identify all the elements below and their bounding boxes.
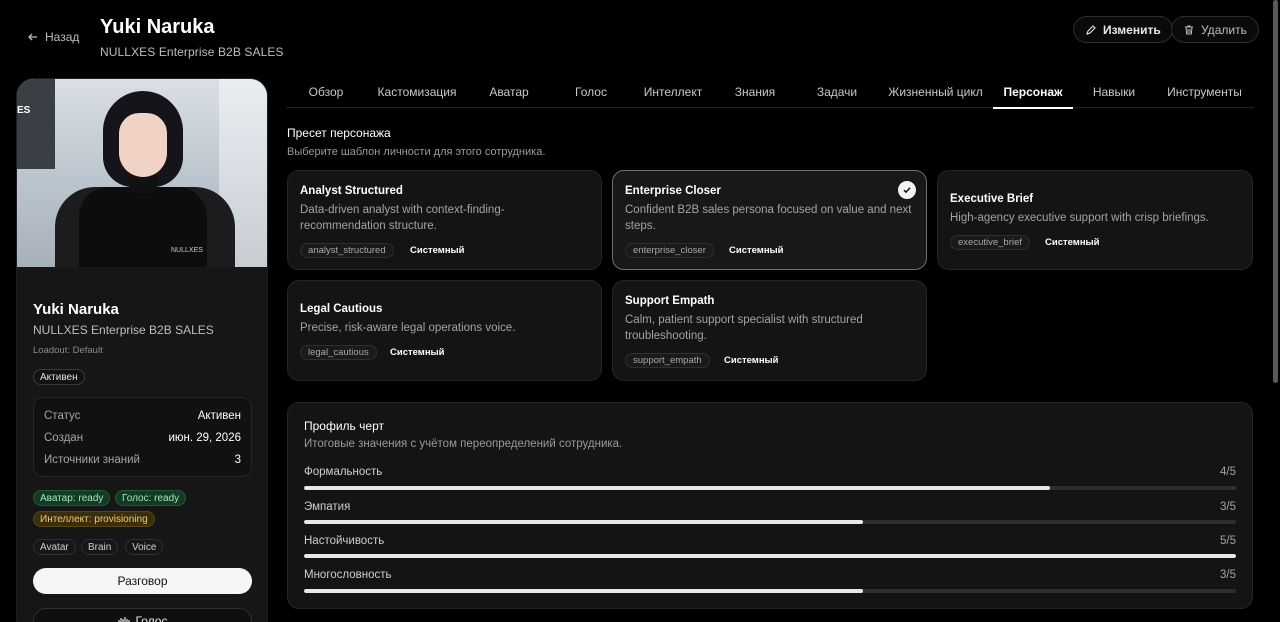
- preset-code: support_empath: [625, 353, 710, 368]
- page-title: Yuki Naruka: [100, 16, 215, 38]
- preset-card-support-empath[interactable]: Support Empath Calm, patient support spe…: [612, 280, 927, 381]
- preset-description: Data-driven analyst with context-finding…: [300, 204, 505, 232]
- preset-title: Enterprise Closer: [625, 185, 721, 197]
- intellect-provisioning-badge: Интеллект: provisioning: [33, 511, 155, 527]
- waveform-icon: [117, 617, 130, 622]
- trait-value-empathy: 3/5: [1220, 501, 1236, 513]
- voice-button[interactable]: Голос: [33, 608, 252, 622]
- avatar-photo: ES NULLXES: [17, 79, 267, 267]
- tab-tasks[interactable]: Задачи: [796, 80, 878, 108]
- preset-title: Support Empath: [625, 295, 715, 307]
- profile-subtitle: NULLXES Enterprise B2B SALES: [33, 323, 214, 337]
- preset-code: legal_cautious: [300, 345, 377, 360]
- preset-system-label: Системный: [729, 245, 784, 256]
- trait-value-formality: 4/5: [1220, 466, 1236, 478]
- chip-voice: Voice: [125, 539, 164, 555]
- preset-card-executive-brief[interactable]: Executive Brief High-agency executive su…: [937, 170, 1253, 270]
- tab-avatar[interactable]: Аватар: [468, 80, 550, 108]
- chip-brain: Brain: [81, 539, 119, 555]
- trait-label-persistence: Настойчивость: [304, 535, 385, 547]
- tab-skills[interactable]: Навыки: [1073, 80, 1155, 108]
- trait-label-formality: Формальность: [304, 466, 383, 478]
- trait-bar-formality: [304, 486, 1236, 490]
- stat-row-knowledge-sources: Источники знаний 3: [44, 454, 241, 466]
- tab-persona[interactable]: Персонаж: [993, 80, 1073, 109]
- photo-logo-fragment: ES: [17, 105, 31, 116]
- trait-bar-empathy: [304, 520, 1236, 524]
- preset-code: executive_brief: [950, 235, 1030, 250]
- edit-button[interactable]: Изменить: [1073, 16, 1173, 43]
- preset-description: Precise, risk-aware legal operations voi…: [300, 322, 516, 334]
- trait-label-verbosity: Многословность: [304, 569, 392, 581]
- back-link[interactable]: Назад: [27, 30, 79, 44]
- traits-profile-card: Профиль черт Итоговые значения с учётом …: [287, 402, 1253, 609]
- tab-tools[interactable]: Инструменты: [1155, 80, 1254, 108]
- photo-badge-text: NULLXES: [171, 247, 203, 254]
- preset-description: Confident B2B sales persona focused on v…: [625, 204, 912, 232]
- preset-section-subtitle: Выберите шаблон личности для этого сотру…: [287, 146, 546, 158]
- trait-value-verbosity: 3/5: [1220, 569, 1236, 581]
- traits-title: Профиль черт: [304, 419, 384, 433]
- chip-avatar: Avatar: [33, 539, 76, 555]
- profile-name: Yuki Naruka: [33, 301, 119, 318]
- chat-button[interactable]: Разговор: [33, 568, 252, 594]
- delete-label: Удалить: [1201, 22, 1247, 37]
- preset-section-title: Пресет персонажа: [287, 126, 391, 140]
- preset-system-label: Системный: [410, 245, 465, 256]
- traits-subtitle: Итоговые значения с учётом переопределен…: [304, 438, 623, 450]
- delete-button[interactable]: Удалить: [1171, 16, 1259, 43]
- status-badge: Активен: [33, 369, 85, 385]
- preset-system-label: Системный: [1045, 237, 1100, 248]
- preset-system-label: Системный: [390, 347, 445, 358]
- tab-intellect[interactable]: Интеллект: [632, 80, 714, 108]
- page-subtitle: NULLXES Enterprise B2B SALES: [100, 45, 284, 59]
- preset-code: enterprise_closer: [625, 243, 714, 258]
- tab-voice[interactable]: Голос: [550, 80, 632, 108]
- preset-card-legal-cautious[interactable]: Legal Cautious Precise, risk-aware legal…: [287, 280, 602, 381]
- voice-button-label: Голос: [135, 614, 168, 622]
- preset-description: Calm, patient support specialist with st…: [625, 314, 863, 342]
- trait-bar-verbosity: [304, 589, 1236, 593]
- trait-value-persistence: 5/5: [1220, 535, 1236, 547]
- selected-check-icon: [898, 181, 916, 199]
- tab-knowledge[interactable]: Знания: [714, 80, 796, 108]
- page-scrollbar[interactable]: [1273, 0, 1278, 383]
- trait-bar-persistence: [304, 554, 1236, 558]
- preset-card-analyst-structured[interactable]: Analyst Structured Data-driven analyst w…: [287, 170, 602, 270]
- preset-card-enterprise-closer[interactable]: Enterprise Closer Confident B2B sales pe…: [612, 170, 927, 270]
- pencil-icon: [1086, 24, 1096, 35]
- preset-code: analyst_structured: [300, 243, 394, 258]
- edit-label: Изменить: [1103, 22, 1161, 37]
- back-label: Назад: [45, 30, 80, 44]
- stat-row-status: Статус Активен: [44, 410, 241, 422]
- preset-system-label: Системный: [724, 355, 779, 366]
- preset-title: Analyst Structured: [300, 185, 403, 197]
- tab-overview[interactable]: Обзор: [286, 80, 366, 108]
- tab-customization[interactable]: Кастомизация: [366, 80, 468, 108]
- trait-label-empathy: Эмпатия: [304, 501, 351, 513]
- profile-stats: Статус Активен Создан июн. 29, 2026 Исто…: [33, 397, 252, 477]
- voice-ready-badge: Голос: ready: [115, 490, 187, 506]
- trash-icon: [1185, 25, 1193, 34]
- arrow-left-icon: [28, 33, 37, 41]
- preset-title: Legal Cautious: [300, 303, 383, 315]
- tab-bar: Обзор Кастомизация Аватар Голос Интеллек…: [286, 80, 1254, 109]
- stat-row-created: Создан июн. 29, 2026: [44, 432, 241, 444]
- preset-title: Executive Brief: [950, 193, 1034, 205]
- tab-lifecycle[interactable]: Жизненный цикл: [878, 80, 993, 108]
- profile-card: ES NULLXES Yuki Naruka NULLXES Enterpris…: [16, 78, 268, 622]
- profile-loadout: Loadout: Default: [33, 345, 103, 356]
- avatar-ready-badge: Аватар: ready: [33, 490, 111, 506]
- preset-description: High-agency executive support with crisp…: [950, 212, 1209, 224]
